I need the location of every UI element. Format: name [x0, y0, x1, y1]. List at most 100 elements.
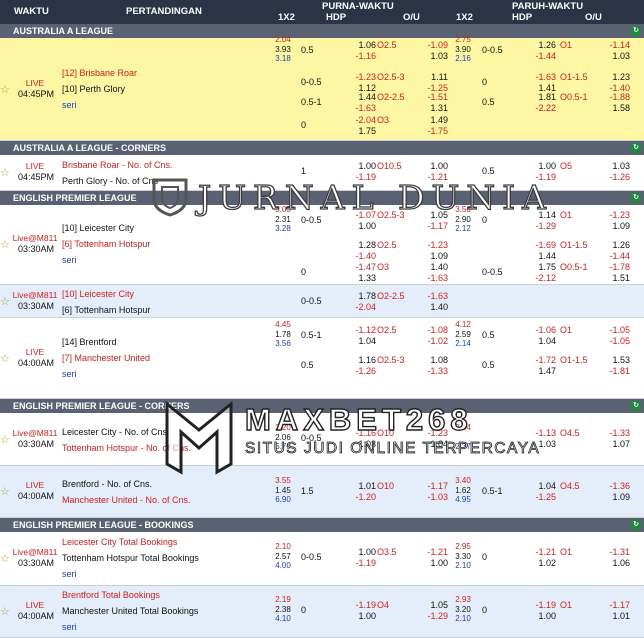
odds-1x2-half[interactable]: 2.54 — [452, 422, 474, 433]
ou-half-odds-under[interactable]: 1.06 — [596, 558, 630, 569]
ou-odds-under[interactable]: -1.75 — [410, 126, 448, 137]
ou-half-odds-over[interactable]: -1.05 — [596, 325, 630, 336]
ou-half-odds-over[interactable]: 1.53 — [596, 355, 630, 366]
hdp-odds-away[interactable]: 1.00 — [338, 221, 376, 232]
league-section-header[interactable]: ENGLISH PREMIER LEAGUE - BOOKINGS ↻ — [0, 518, 644, 532]
refresh-icon[interactable]: ↻ — [631, 26, 641, 36]
favorite-star-icon[interactable]: ☆ — [0, 352, 10, 365]
refresh-icon[interactable]: ↻ — [631, 193, 641, 203]
ou-half-odds-over[interactable]: -1.14 — [596, 40, 630, 51]
odds-1x2-half[interactable]: 4.95 — [452, 494, 474, 505]
ou-odds-under[interactable]: -1.33 — [410, 366, 448, 377]
ou-half-odds-under[interactable]: -1.05 — [596, 336, 630, 347]
hdp-odds-home[interactable]: 1.28 — [338, 240, 376, 251]
ou-half-odds-over[interactable]: -1.36 — [596, 481, 630, 492]
hdp-odds-away[interactable]: 1.00 — [338, 611, 376, 622]
ou-half-odds-under[interactable]: 1.03 — [596, 51, 630, 62]
league-section-header[interactable]: ENGLISH PREMIER LEAGUE ↻ — [0, 191, 644, 205]
ou-odds-under[interactable]: -1.21 — [410, 172, 448, 183]
ou-odds-over[interactable]: -1.51 — [410, 92, 448, 103]
ou-odds-under[interactable]: 1.40 — [410, 302, 448, 313]
hdp-half-odds-away[interactable]: 1.02 — [518, 558, 556, 569]
ou-odds-over[interactable]: -1.63 — [410, 291, 448, 302]
hdp-odds-home[interactable]: -1.16 — [338, 428, 376, 439]
odds-1x2[interactable]: 4.00 — [272, 560, 294, 571]
odds-1x2[interactable]: 6.90 — [272, 494, 294, 505]
ou-odds-under[interactable]: 1.04 — [410, 439, 448, 450]
ou-half-odds-over[interactable]: 1.03 — [596, 161, 630, 172]
odds-1x2-half[interactable]: 2.10 — [452, 560, 474, 571]
hdp-half-odds-home[interactable]: -1.72 — [518, 355, 556, 366]
odds-1x2-half[interactable]: 2.14 — [452, 338, 474, 349]
hdp-half-odds-away[interactable]: -2.22 — [518, 103, 556, 114]
refresh-icon[interactable]: ↻ — [631, 520, 641, 530]
odds-1x2-half[interactable]: 2.12 — [452, 223, 474, 234]
ou-odds-under[interactable]: 1.09 — [410, 251, 448, 262]
ou-odds-under[interactable]: -1.63 — [410, 273, 448, 284]
hdp-odds-home[interactable]: 1.06 — [338, 40, 376, 51]
hdp-half-odds-away[interactable]: 1.04 — [518, 336, 556, 347]
hdp-odds-away[interactable]: 1.75 — [338, 126, 376, 137]
hdp-odds-home[interactable]: -1.19 — [338, 600, 376, 611]
odds-1x2-half[interactable]: 2.16 — [452, 53, 474, 64]
odds-1x2-half[interactable]: 2.10 — [452, 613, 474, 624]
ou-half-odds-over[interactable]: -1.23 — [596, 210, 630, 221]
ou-half-odds-over[interactable]: -1.88 — [596, 92, 630, 103]
favorite-star-icon[interactable]: ☆ — [0, 605, 10, 618]
hdp-odds-away[interactable]: -1.16 — [338, 51, 376, 62]
hdp-half-odds-home[interactable]: -1.13 — [518, 428, 556, 439]
league-section-header[interactable]: AUSTRALIA A LEAGUE - CORNERS ↻ — [0, 141, 644, 155]
ou-odds-over[interactable]: -1.08 — [410, 325, 448, 336]
ou-half-odds-under[interactable]: 1.58 — [596, 103, 630, 114]
hdp-half-odds-home[interactable]: 1.26 — [518, 40, 556, 51]
hdp-half-odds-away[interactable]: 1.47 — [518, 366, 556, 377]
ou-odds-over[interactable]: 1.05 — [410, 210, 448, 221]
hdp-odds-home[interactable]: 1.00 — [338, 161, 376, 172]
hdp-odds-home[interactable]: -1.07 — [338, 210, 376, 221]
ou-odds-over[interactable]: 1.40 — [410, 262, 448, 273]
hdp-half-odds-away[interactable]: 1.03 — [518, 439, 556, 450]
hdp-odds-away[interactable]: -1.19 — [338, 558, 376, 569]
odds-1x2[interactable]: 3.28 — [272, 223, 294, 234]
ou-odds-under[interactable]: 1.03 — [410, 51, 448, 62]
odds-1x2[interactable]: 5.70 — [272, 441, 294, 452]
ou-odds-over[interactable]: -1.17 — [410, 481, 448, 492]
hdp-odds-away[interactable]: -2.04 — [338, 302, 376, 313]
favorite-star-icon[interactable]: ☆ — [0, 433, 10, 446]
ou-odds-over[interactable]: 1.11 — [410, 72, 448, 83]
hdp-odds-home[interactable]: -1.47 — [338, 262, 376, 273]
refresh-icon[interactable]: ↻ — [631, 401, 641, 411]
ou-odds-over[interactable]: 1.05 — [410, 600, 448, 611]
hdp-odds-home[interactable]: 1.44 — [338, 92, 376, 103]
hdp-odds-home[interactable]: -2.04 — [338, 115, 376, 126]
ou-odds-over[interactable]: 1.49 — [410, 115, 448, 126]
refresh-icon[interactable]: ↻ — [631, 143, 641, 153]
ou-odds-over[interactable]: -1.23 — [410, 240, 448, 251]
ou-half-odds-under[interactable]: 1.01 — [596, 611, 630, 622]
ou-half-odds-under[interactable]: -1.44 — [596, 251, 630, 262]
hdp-half-odds-away[interactable]: -1.29 — [518, 221, 556, 232]
ou-odds-under[interactable]: 1.00 — [410, 558, 448, 569]
ou-half-odds-under[interactable]: 1.09 — [596, 492, 630, 503]
hdp-half-odds-home[interactable]: 1.81 — [518, 92, 556, 103]
ou-half-odds-over[interactable]: 1.26 — [596, 240, 630, 251]
odds-1x2[interactable]: 4.10 — [272, 613, 294, 624]
hdp-half-odds-away[interactable]: -1.44 — [518, 51, 556, 62]
hdp-half-odds-home[interactable]: 1.04 — [518, 481, 556, 492]
ou-half-odds-under[interactable]: -1.81 — [596, 366, 630, 377]
hdp-half-odds-home[interactable]: 1.75 — [518, 262, 556, 273]
ou-odds-under[interactable]: 1.31 — [410, 103, 448, 114]
hdp-odds-away[interactable]: 1.04 — [338, 336, 376, 347]
hdp-half-odds-away[interactable]: -1.19 — [518, 172, 556, 183]
ou-half-odds-over[interactable]: -1.31 — [596, 547, 630, 558]
hdp-odds-away[interactable]: -1.40 — [338, 251, 376, 262]
ou-odds-over[interactable]: 1.00 — [410, 161, 448, 172]
favorite-star-icon[interactable]: ☆ — [0, 485, 10, 498]
odds-1x2-half[interactable]: 2.37 — [452, 441, 474, 452]
ou-odds-over[interactable]: -1.23 — [410, 428, 448, 439]
ou-half-odds-under[interactable]: 1.09 — [596, 221, 630, 232]
hdp-half-odds-home[interactable]: -1.63 — [518, 72, 556, 83]
ou-half-odds-under[interactable]: 1.51 — [596, 273, 630, 284]
ou-odds-over[interactable]: 1.08 — [410, 355, 448, 366]
hdp-odds-home[interactable]: 1.16 — [338, 355, 376, 366]
